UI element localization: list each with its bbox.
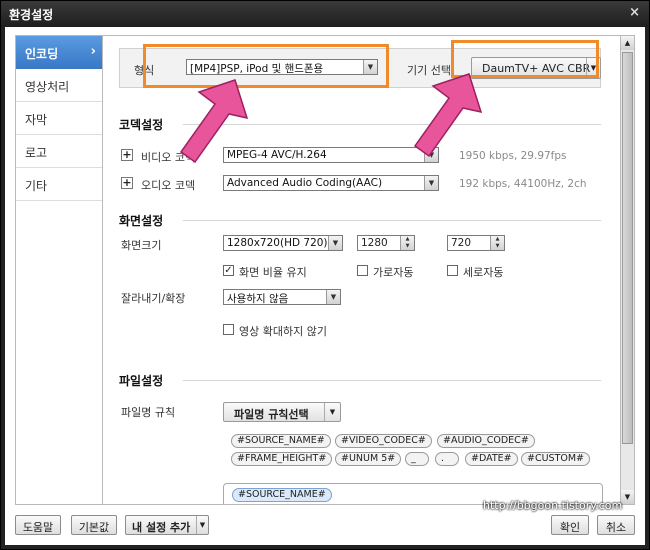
keep-ratio-checkbox[interactable]: ✓ — [223, 265, 234, 276]
dialog-body: 인코딩 › 영상처리 자막 로고 기타 형식 [MP4]PSP, iPod 및 … — [5, 27, 645, 545]
encoding-panel: 형식 [MP4]PSP, iPod 및 핸드폰용 ▼ 기기 선택 DaumTV+… — [103, 35, 621, 505]
filename-rule-button-label: 파일명 규칙선택 — [234, 408, 309, 421]
scroll-up-icon[interactable]: ▲ — [621, 36, 634, 50]
sidebar-item-video-processing[interactable]: 영상처리 — [16, 69, 102, 102]
filename-rule-label: 파일명 규칙 — [121, 406, 176, 419]
tag-custom[interactable]: #CUSTOM# — [521, 452, 591, 466]
pointer-arrow-icon — [413, 73, 483, 158]
codec-section-title: 코덱설정 — [119, 118, 164, 132]
chevron-down-icon: ▼ — [324, 403, 340, 421]
vertical-scrollbar[interactable]: ▲ ▼ — [621, 35, 635, 505]
audio-codec-select[interactable]: Advanced Audio Coding(AAC) ▼ — [223, 175, 439, 191]
divider — [183, 380, 601, 381]
auto-height-label: 세로자동 — [463, 266, 504, 279]
tag-underscore[interactable]: _ — [405, 452, 429, 466]
sidebar-item-subtitle[interactable]: 자막 — [16, 102, 102, 135]
scroll-down-icon[interactable]: ▼ — [621, 490, 634, 504]
no-upscale-checkbox[interactable] — [223, 324, 234, 335]
width-value: 1280 — [361, 237, 388, 249]
expand-audio-codec-button[interactable]: + — [121, 177, 133, 189]
sidebar-item-label: 인코딩 — [25, 47, 59, 61]
sidebar-item-etc[interactable]: 기타 — [16, 168, 102, 201]
settings-window: 환경설정 × 인코딩 › 영상처리 자막 로고 기타 형식 [MP4]PSP, … — [0, 0, 650, 550]
filename-rule-button[interactable]: 파일명 규칙선택 ▼ — [223, 402, 341, 422]
stepper-arrows-icon[interactable]: ▲ ▼ — [400, 236, 414, 250]
cancel-button[interactable]: 취소 — [597, 515, 635, 535]
audio-codec-value: Advanced Audio Coding(AAC) — [227, 177, 383, 189]
sidebar: 인코딩 › 영상처리 자막 로고 기타 — [15, 35, 103, 505]
title-bar: 환경설정 × — [1, 1, 649, 27]
pointer-arrow-icon — [179, 79, 249, 164]
file-section-title: 파일설정 — [119, 374, 164, 388]
chevron-right-icon: › — [90, 44, 96, 59]
sidebar-item-label: 로고 — [25, 146, 48, 160]
height-value: 720 — [451, 237, 472, 249]
default-button[interactable]: 기본값 — [71, 515, 117, 535]
sidebar-item-label: 자막 — [25, 113, 48, 127]
auto-width-label: 가로자동 — [373, 266, 414, 279]
tag-video-codec[interactable]: #VIDEO_CODEC# — [335, 434, 432, 448]
tag-unum[interactable]: #UNUM 5# — [335, 452, 402, 466]
stepper-arrows-icon[interactable]: ▲ ▼ — [490, 236, 504, 250]
help-button[interactable]: 도움말 — [15, 515, 61, 535]
tag-dot[interactable]: . — [435, 452, 459, 466]
divider — [183, 220, 601, 221]
screen-size-label: 화면크기 — [121, 239, 162, 252]
sidebar-item-encoding[interactable]: 인코딩 › — [16, 36, 102, 69]
screen-size-value: 1280x720(HD 720) — [227, 237, 328, 249]
auto-height-checkbox[interactable] — [447, 265, 458, 276]
expand-video-codec-button[interactable]: + — [121, 149, 133, 161]
tag-source-name[interactable]: #SOURCE_NAME# — [231, 434, 331, 448]
audio-codec-info: 192 kbps, 44100Hz, 2ch — [459, 178, 587, 190]
chevron-down-icon: ▼ — [328, 236, 342, 250]
crop-value: 사용하지 않음 — [227, 293, 289, 305]
chevron-down-icon: ▼ — [196, 516, 208, 534]
close-icon[interactable]: × — [629, 5, 640, 20]
scroll-thumb[interactable] — [622, 52, 633, 444]
ok-button[interactable]: 확인 — [551, 515, 589, 535]
pattern-tag-source-name[interactable]: #SOURCE_NAME# — [232, 488, 332, 502]
tag-date[interactable]: #DATE# — [465, 452, 518, 466]
chevron-down-icon: ▼ — [326, 290, 340, 304]
width-stepper[interactable]: 1280 ▲ ▼ — [357, 235, 415, 251]
tag-frame-height[interactable]: #FRAME_HEIGHT# — [231, 452, 333, 466]
sidebar-item-label: 기타 — [25, 179, 48, 193]
chevron-down-icon: ▼ — [424, 176, 438, 190]
add-my-setting-label: 내 설정 추가 — [132, 521, 191, 534]
screen-size-select[interactable]: 1280x720(HD 720) ▼ — [223, 235, 343, 251]
window-title: 환경설정 — [9, 8, 54, 22]
no-upscale-label: 영상 확대하지 않기 — [239, 325, 327, 338]
auto-width-checkbox[interactable] — [357, 265, 368, 276]
crop-label: 잘라내기/확장 — [121, 292, 186, 305]
keep-ratio-label: 화면 비율 유지 — [239, 266, 307, 279]
screen-section-title: 화면설정 — [119, 214, 164, 228]
tag-audio-codec[interactable]: #AUDIO_CODEC# — [437, 434, 535, 448]
height-stepper[interactable]: 720 ▲ ▼ — [447, 235, 505, 251]
sidebar-item-logo[interactable]: 로고 — [16, 135, 102, 168]
sidebar-item-label: 영상처리 — [25, 80, 70, 94]
crop-select[interactable]: 사용하지 않음 ▼ — [223, 289, 341, 305]
add-my-setting-button[interactable]: 내 설정 추가 ▼ — [125, 515, 209, 535]
watermark-text: http://bbgoon.tistory.com — [483, 499, 623, 512]
audio-codec-label: 오디오 코덱 — [141, 179, 196, 192]
